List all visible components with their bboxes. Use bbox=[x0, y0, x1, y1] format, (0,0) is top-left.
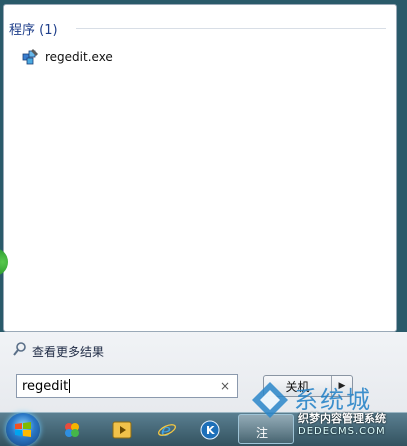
watermark-line2: DEDECMS.COM bbox=[298, 426, 386, 437]
clear-search-button[interactable]: × bbox=[216, 377, 234, 395]
result-label: regedit.exe bbox=[45, 50, 113, 64]
svg-text:K: K bbox=[206, 424, 215, 437]
windows-start-icon bbox=[14, 421, 32, 439]
programs-section-header: 程序 (1) bbox=[9, 23, 58, 38]
section-divider bbox=[76, 28, 386, 29]
regedit-app-icon bbox=[21, 48, 39, 66]
see-more-label: 查看更多结果 bbox=[32, 344, 105, 359]
media-player-icon[interactable] bbox=[112, 420, 132, 440]
search-icon bbox=[12, 341, 28, 361]
see-more-results-link[interactable]: 查看更多结果 bbox=[12, 341, 104, 361]
taskbar-active-window-label: 注 bbox=[256, 426, 269, 440]
screen: 程序 (1) regedit.exe 查看更多结果 regedit × 关机 ▶ bbox=[0, 0, 407, 446]
watermark-line1: 织梦内容管理系统 bbox=[298, 412, 386, 425]
search-input[interactable]: regedit × bbox=[16, 374, 238, 398]
internet-explorer-icon[interactable]: e bbox=[157, 420, 177, 441]
k-app-icon[interactable]: K bbox=[200, 420, 220, 440]
svg-text:e: e bbox=[161, 421, 171, 440]
pinwheel-app-icon[interactable] bbox=[62, 420, 82, 440]
watermark-logo bbox=[250, 380, 290, 420]
search-input-value[interactable]: regedit bbox=[17, 379, 216, 394]
result-item-regedit[interactable]: regedit.exe bbox=[17, 46, 117, 68]
